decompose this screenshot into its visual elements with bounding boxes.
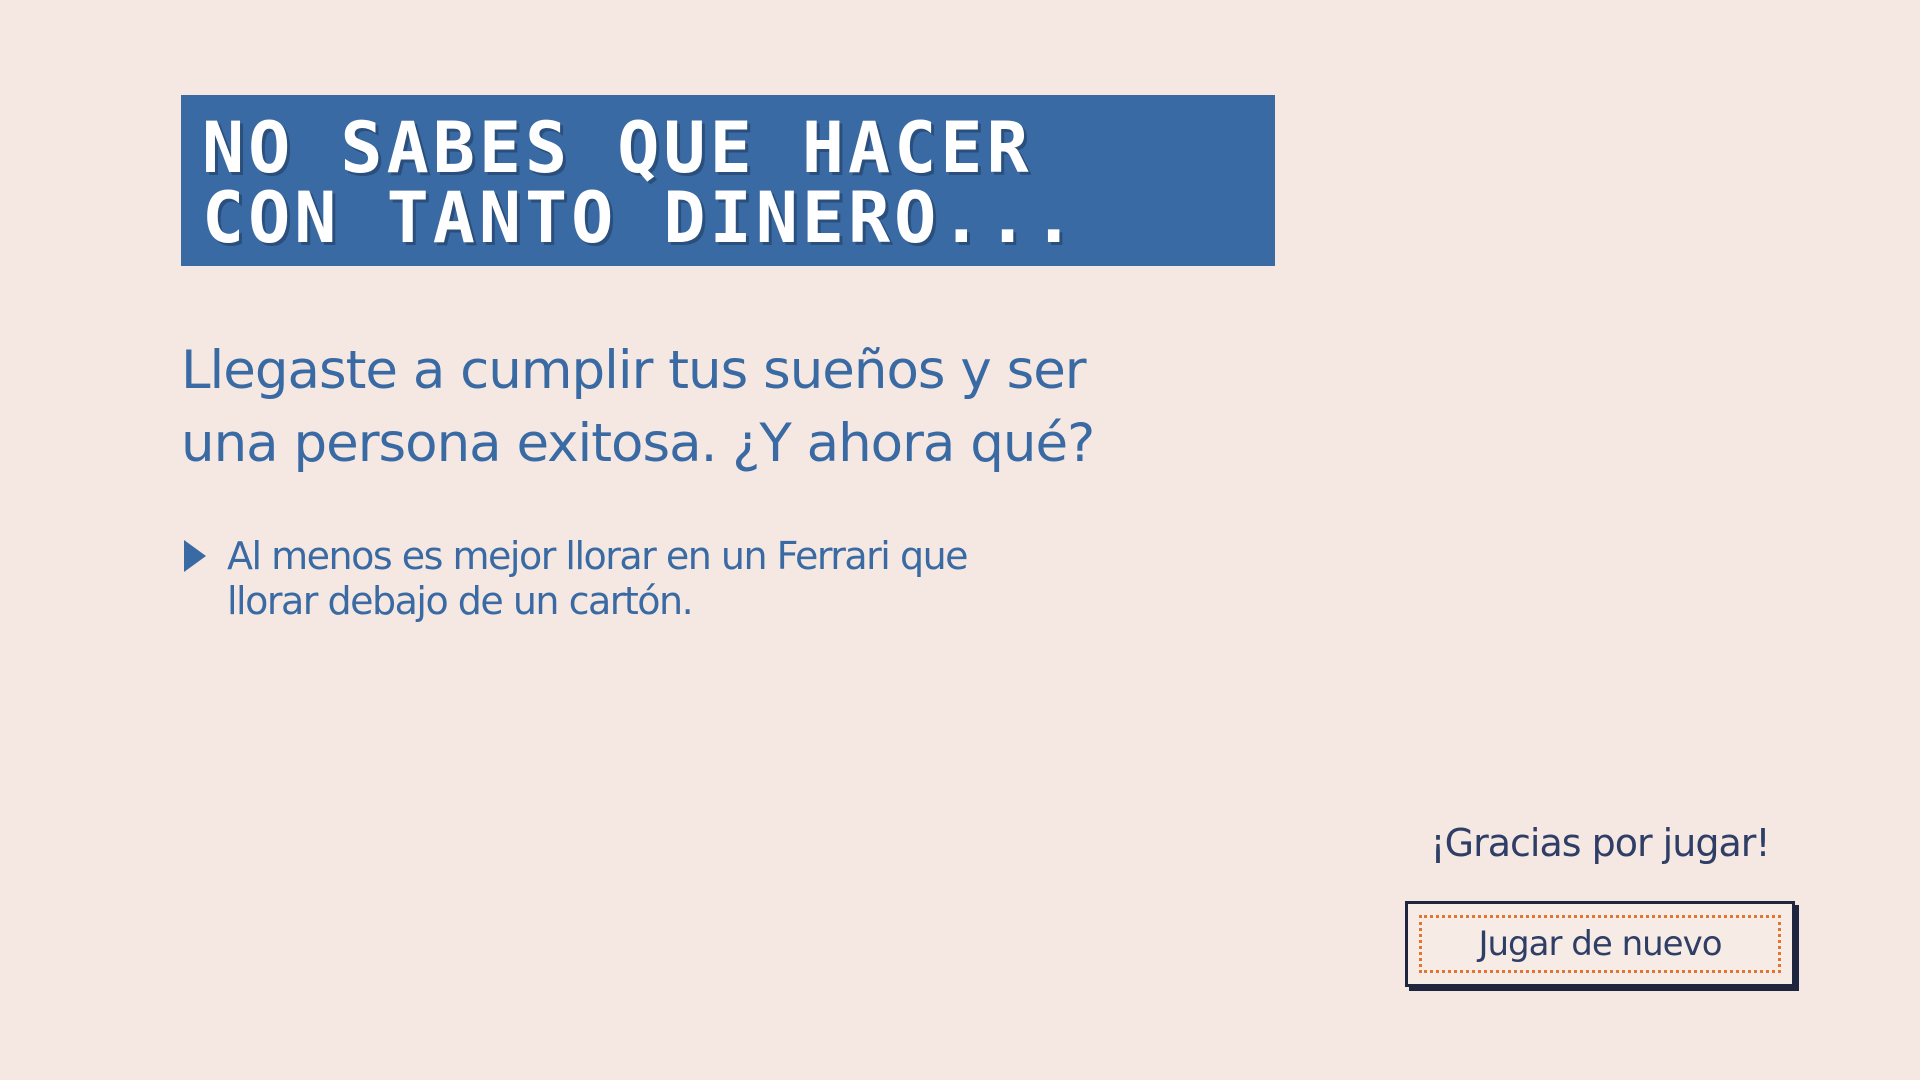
thanks-text: ¡Gracias por jugar! bbox=[1430, 821, 1770, 865]
lead-line-1: Llegaste a cumplir tus sueños y ser bbox=[181, 340, 1087, 401]
play-again-button-label[interactable]: Jugar de nuevo bbox=[1419, 915, 1781, 973]
note-line-2: llorar debajo de un cartón. bbox=[227, 579, 694, 623]
note-text: Al menos es mejor llorar en un Ferrari q… bbox=[227, 534, 1087, 624]
title-banner: NO SABES QUE HACER CON TANTO DINERO... bbox=[181, 95, 1275, 266]
title-line-1: NO SABES QUE HACER bbox=[202, 107, 1033, 189]
note-line-1: Al menos es mejor llorar en un Ferrari q… bbox=[227, 534, 969, 578]
lead-line-2: una persona exitosa. ¿Y ahora qué? bbox=[181, 413, 1095, 474]
play-triangle-icon bbox=[184, 540, 206, 572]
title-line-2: CON TANTO DINERO... bbox=[202, 177, 1079, 259]
lead-text: Llegaste a cumplir tus sueños y ser una … bbox=[181, 334, 1181, 480]
play-again-button[interactable]: Jugar de nuevo bbox=[1405, 901, 1795, 987]
